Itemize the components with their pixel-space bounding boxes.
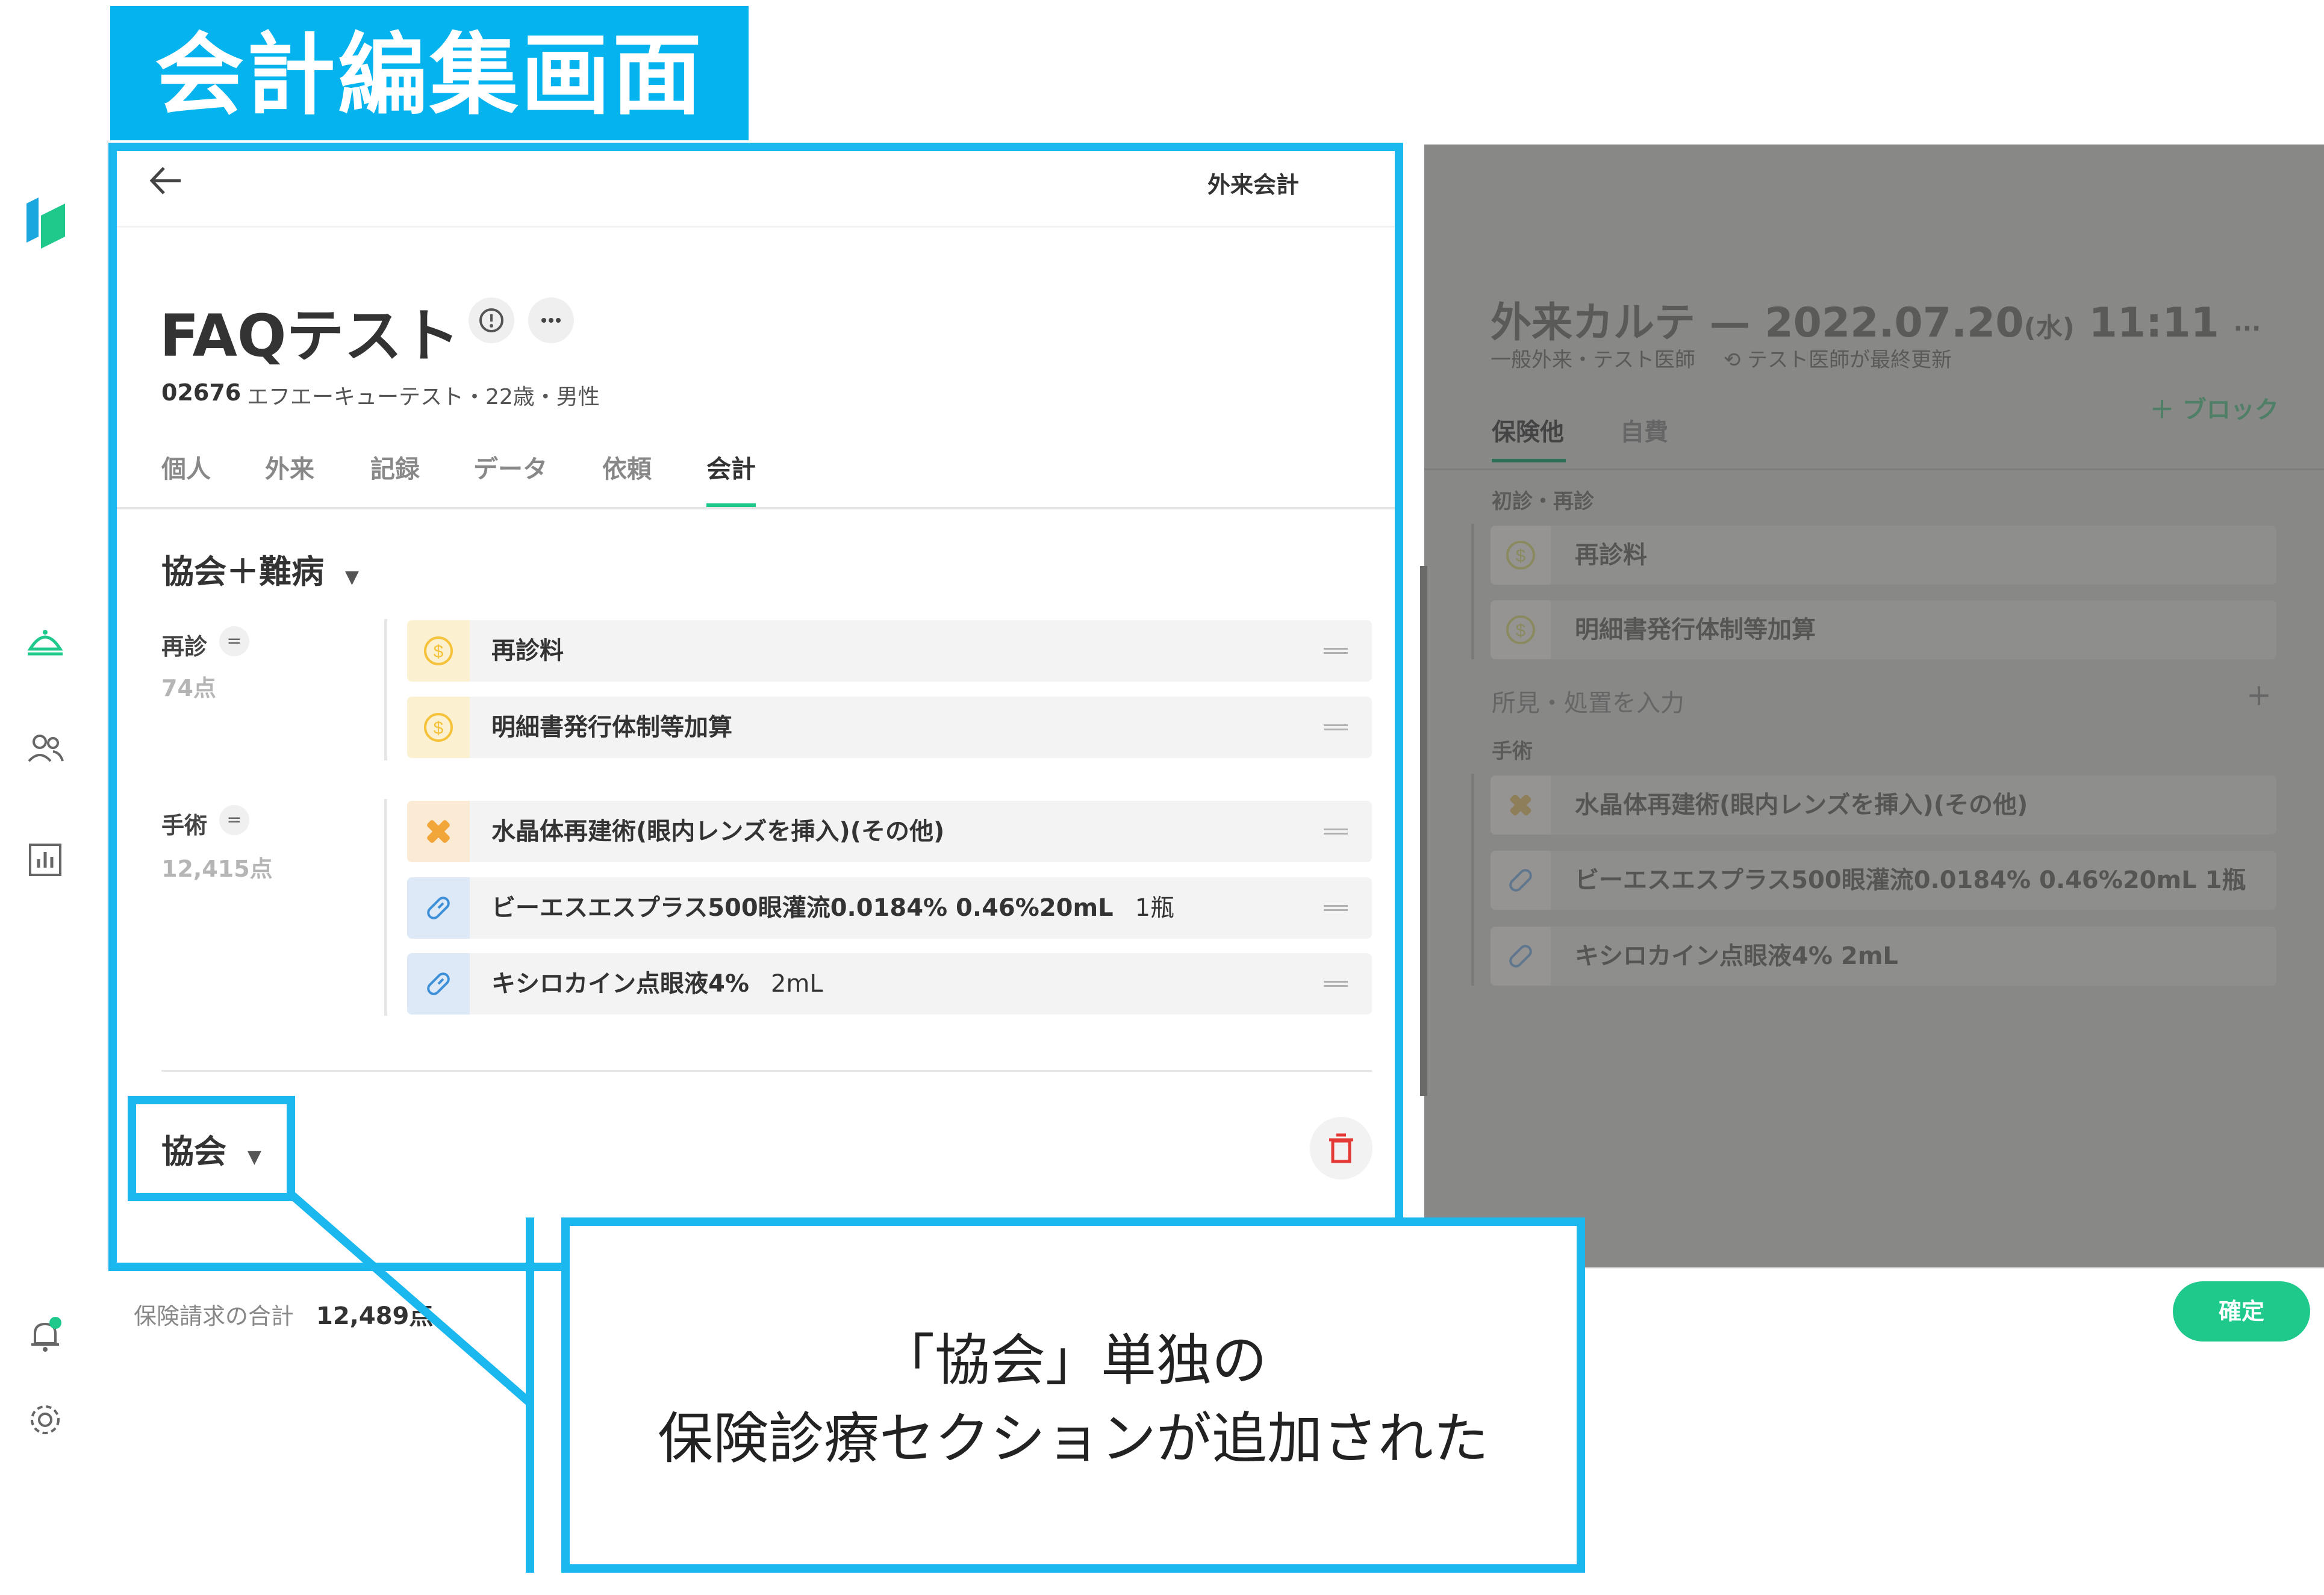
karte-tab-insurance[interactable]: 保険他 [1492, 412, 1564, 447]
total-label: 保険請求の合計 [134, 1303, 294, 1329]
karte-item[interactable]: $ 明細書発行体制等加算 [1491, 600, 2276, 659]
karte-item-label-text: キシロカイン点眼液4% [1575, 942, 1833, 970]
karte-item-label: 明細書発行体制等加算 [1575, 616, 1816, 644]
karte-item[interactable]: $ 再診料 [1491, 526, 2276, 585]
notification-bell-icon[interactable] [24, 1314, 66, 1357]
karte-tab-selfpay[interactable]: 自費 [1620, 412, 1668, 447]
svg-text:$: $ [1516, 621, 1526, 641]
karte-meta-text: 一般外来・テスト医師 [1491, 348, 1695, 372]
karte-item-label: 再診料 [1575, 541, 1647, 569]
karte-meta: 一般外来・テスト医師 ⟲ テスト医師が最終更新 [1491, 343, 1952, 373]
app-logo-icon[interactable] [22, 191, 70, 249]
confirm-button[interactable]: 確定 [2173, 1281, 2310, 1342]
highlight-frame-screen [108, 143, 1403, 1271]
callout-line-2: 保険診療セクションが追加された [657, 1407, 1489, 1471]
left-nav [0, 140, 108, 1434]
karte-item[interactable]: 水晶体再建術(眼内レンズを挿入)(その他) [1491, 776, 2276, 835]
pill-icon [1491, 927, 1551, 986]
settings-gear-icon[interactable] [24, 1399, 66, 1441]
callout-line-1: 「協会」単独の [879, 1328, 1267, 1393]
pill-icon [1491, 851, 1551, 910]
karte-more-button[interactable]: ··· [2234, 315, 2261, 343]
karte-item-qty: 2mL [1840, 942, 1898, 970]
karte-divider [1424, 468, 2324, 470]
banner-title: 会計編集画面 [155, 23, 704, 127]
panel-scrollbar[interactable] [1420, 566, 1427, 1096]
karte-item-label: キシロカイン点眼液4% 2mL [1575, 927, 1898, 986]
karte-group-line [1471, 774, 1474, 986]
karte-tab-indicator [1492, 459, 1566, 462]
history-icon: ⟲ [1723, 348, 1741, 372]
karte-item-label: ビーエスエスプラス500眼灌流0.0184% 0.46%20mL 1瓶 [1575, 851, 2246, 910]
patients-icon[interactable] [24, 727, 66, 770]
karte-item[interactable]: キシロカイン点眼液4% 2mL [1491, 927, 2276, 986]
highlight-frame-insurance [128, 1096, 295, 1201]
reception-bell-icon[interactable] [24, 619, 66, 661]
karte-group-line [1471, 524, 1474, 659]
total-value: 12,489点 [316, 1302, 434, 1330]
findings-input[interactable]: 所見・処置を入力 [1492, 683, 1684, 718]
karte-item-qty: 1瓶 [2205, 866, 2246, 894]
svg-text:$: $ [1516, 546, 1526, 566]
karte-title: 外来カルテ — 2022.07.20(水) 11:11 ··· [1491, 289, 2261, 349]
coin-icon: $ [1491, 600, 1551, 659]
karte-title-text: 外来カルテ — 2022.07.20 [1491, 299, 2024, 347]
karte-section-surgery: 手術 [1492, 739, 1533, 763]
bandage-icon [1491, 776, 1551, 835]
karte-updated: テスト医師が最終更新 [1747, 348, 1952, 372]
karte-item-label-text: ビーエスエスプラス500眼灌流0.0184% 0.46%20mL [1575, 866, 2197, 894]
add-block-button[interactable]: ＋ ブロック [2150, 390, 2279, 425]
coin-icon: $ [1491, 526, 1551, 585]
stats-chart-icon[interactable] [24, 839, 66, 881]
add-finding-icon[interactable]: + [2246, 677, 2272, 712]
karte-item-label: 水晶体再建術(眼内レンズを挿入)(その他) [1575, 791, 2028, 819]
karte-time: 11:11 [2089, 299, 2219, 347]
karte-section-initial: 初診・再診 [1492, 490, 1594, 514]
karte-weekday: (水) [2023, 312, 2075, 343]
karte-item[interactable]: ビーエスエスプラス500眼灌流0.0184% 0.46%20mL 1瓶 [1491, 851, 2276, 910]
